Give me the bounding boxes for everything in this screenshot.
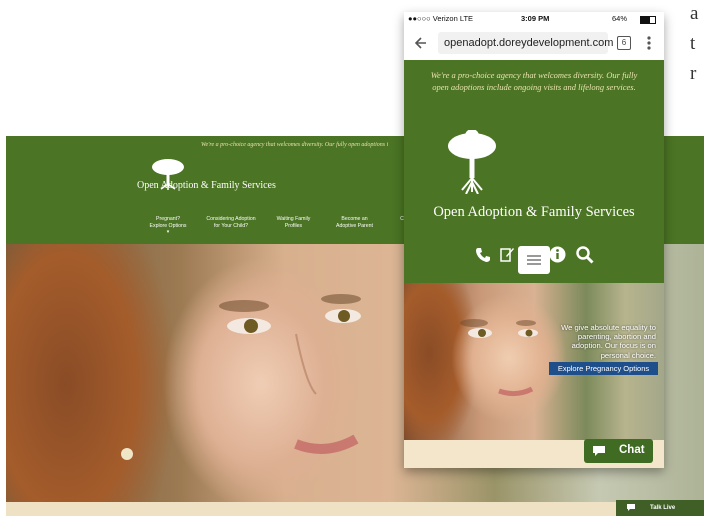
talk-live-button[interactable]: Talk Live bbox=[616, 500, 704, 516]
browser-url-bar: openadopt.doreydevelopment.com 6 bbox=[404, 26, 664, 61]
mobile-hero-photo: We give absolute equality to parenting, … bbox=[404, 283, 664, 440]
more-vert-icon[interactable] bbox=[647, 36, 651, 50]
battery-percent: 64% bbox=[612, 14, 628, 23]
bg-text-fragment-3: r bbox=[690, 63, 697, 84]
tree-logo-icon[interactable] bbox=[444, 130, 500, 194]
status-bar: ●●○○○ Verizon LTE 3:09 PM 64% bbox=[404, 12, 664, 26]
mobile-tagline: We're a pro-choice agency that welcomes … bbox=[430, 70, 638, 92]
phone-icon[interactable] bbox=[475, 247, 491, 263]
hamburger-menu-icon bbox=[527, 255, 541, 265]
bg-text-fragment-2: t bbox=[690, 33, 696, 54]
battery-icon bbox=[640, 16, 656, 24]
mobile-site-preview: ●●○○○ Verizon LTE 3:09 PM 64% openadopt.… bbox=[404, 12, 664, 468]
chat-bubble-icon bbox=[593, 446, 605, 456]
tab-count-button[interactable]: 6 bbox=[617, 36, 631, 50]
edit-icon[interactable] bbox=[500, 246, 514, 262]
carrier-signal: ●●○○○ Verizon LTE bbox=[408, 14, 474, 23]
desktop-nav-become-adoptive-parent[interactable]: Become an Adoptive Parent bbox=[332, 216, 377, 229]
desktop-nav-pregnant[interactable]: Pregnant? Explore Options ▾ bbox=[148, 216, 188, 236]
chat-bubble-icon bbox=[627, 504, 635, 511]
mobile-logo-text[interactable]: Open Adoption & Family Services bbox=[404, 204, 664, 221]
desktop-tagline: We're a pro-choice agency that welcomes … bbox=[201, 142, 389, 148]
url-field[interactable]: openadopt.doreydevelopment.com bbox=[438, 32, 613, 54]
desktop-nav-considering-adoption[interactable]: Considering Adoption for Your Child? bbox=[206, 216, 256, 229]
hero-message: We give absolute equality to parenting, … bbox=[561, 323, 656, 360]
talk-live-label: Talk Live bbox=[650, 505, 676, 511]
back-arrow-icon[interactable] bbox=[415, 37, 427, 49]
bg-text-fragment-1: a bbox=[690, 3, 699, 24]
search-icon[interactable] bbox=[576, 246, 594, 264]
info-icon[interactable] bbox=[549, 246, 566, 263]
chat-label: Chat bbox=[619, 444, 645, 456]
desktop-nav-waiting-families[interactable]: Waiting Family Profiles bbox=[271, 216, 316, 229]
chat-button[interactable]: Chat bbox=[584, 439, 653, 463]
desktop-logo[interactable]: Open Adoption & Family Services bbox=[137, 158, 297, 198]
desktop-footer-bar bbox=[6, 502, 704, 516]
explore-pregnancy-options-button[interactable]: Explore Pregnancy Options bbox=[549, 362, 658, 375]
status-time: 3:09 PM bbox=[521, 14, 550, 23]
desktop-logo-text: Open Adoption & Family Services bbox=[137, 180, 276, 191]
hamburger-menu-button[interactable] bbox=[518, 246, 550, 274]
